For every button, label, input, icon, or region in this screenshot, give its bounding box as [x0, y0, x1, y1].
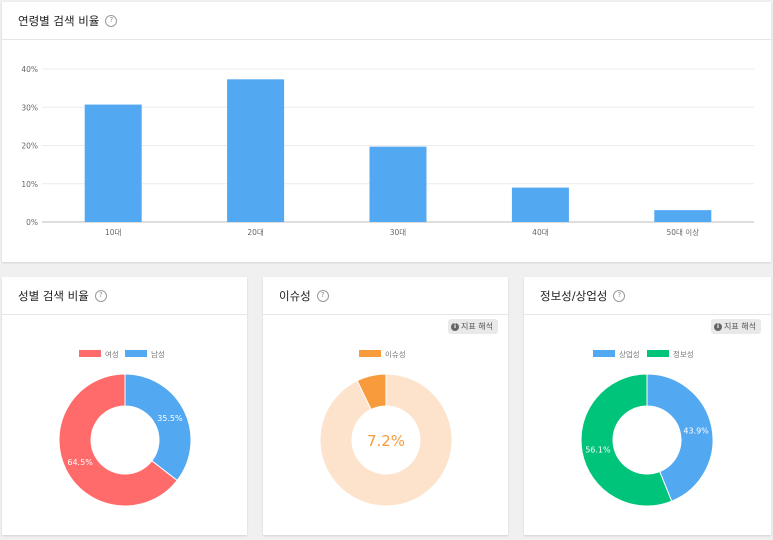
issue-card: 이슈성 ? i 지표 해석 이슈성 7.2%	[263, 277, 508, 535]
legend-label: 이슈성	[385, 349, 406, 359]
legend-label: 상업성	[619, 349, 640, 359]
issue-donut-chart: 이슈성 7.2%	[319, 349, 453, 507]
gender-card-header: 성별 검색 비율 ?	[2, 277, 247, 315]
y-tick-label: 30%	[21, 103, 38, 112]
x-tick-label: 50대 이상	[666, 227, 699, 237]
bar	[511, 187, 569, 222]
legend-label: 정보성	[673, 349, 694, 359]
slice-label: 64.5%	[67, 458, 93, 467]
x-tick-label: 40대	[532, 228, 549, 237]
legend-swatch	[79, 350, 101, 357]
gender-ratio-card: 성별 검색 비율 ? 여성 남성 35.5% 64.5%	[2, 277, 247, 535]
y-tick-label: 20%	[21, 142, 38, 151]
donut-slice	[124, 373, 192, 482]
help-icon[interactable]: ?	[316, 289, 329, 302]
bar	[227, 79, 285, 222]
gender-donut-chart: 여성 남성 35.5% 64.5%	[58, 349, 192, 507]
bar	[369, 146, 427, 222]
y-tick-label: 40%	[21, 65, 38, 74]
info-card-header: 정보성/상업성 ?	[524, 277, 771, 315]
help-icon[interactable]: ?	[613, 289, 626, 302]
x-tick-label: 10대	[105, 228, 122, 237]
info-commerce-donut-chart: 상업성 정보성 43.9% 56.1%	[580, 349, 714, 507]
legend-label: 여성	[105, 349, 119, 359]
info-commerce-card: 정보성/상업성 ? i 지표 해석 상업성 정보성 43.9% 56.1%	[524, 277, 771, 535]
gender-card-title: 성별 검색 비율	[18, 288, 89, 303]
help-icon[interactable]: ?	[105, 14, 118, 27]
legend-swatch	[359, 350, 381, 357]
x-tick-label: 30대	[390, 228, 407, 237]
y-tick-label: 10%	[21, 180, 38, 189]
info-card-title: 정보성/상업성	[540, 288, 608, 303]
slice-label: 56.1%	[585, 446, 611, 455]
bar	[654, 210, 712, 222]
help-icon[interactable]: ?	[94, 289, 107, 302]
issue-card-title: 이슈성	[279, 288, 311, 303]
age-bar-chart: 0% 10% 20% 30% 40% 10대 20대 30대 40대 50대 이상	[21, 65, 754, 237]
slice-label: 43.9%	[683, 426, 709, 435]
age-ratio-card: 연령별 검색 비율 ? 0% 10% 20% 30% 40% 10대 20대 30대 40대 50…	[2, 2, 771, 262]
slice-label: 35.5%	[157, 414, 183, 423]
y-tick-label: 0%	[26, 218, 38, 227]
x-tick-label: 20대	[247, 228, 264, 237]
center-value: 7.2%	[367, 432, 405, 450]
legend-label: 남성	[151, 350, 165, 359]
legend-swatch	[125, 350, 147, 357]
age-card-title: 연령별 검색 비율	[18, 13, 100, 28]
age-card-header: 연령별 검색 비율 ?	[2, 2, 771, 40]
legend-swatch	[647, 350, 669, 357]
legend-swatch	[593, 350, 615, 357]
issue-card-header: 이슈성 ?	[263, 277, 508, 315]
bar	[84, 104, 142, 222]
